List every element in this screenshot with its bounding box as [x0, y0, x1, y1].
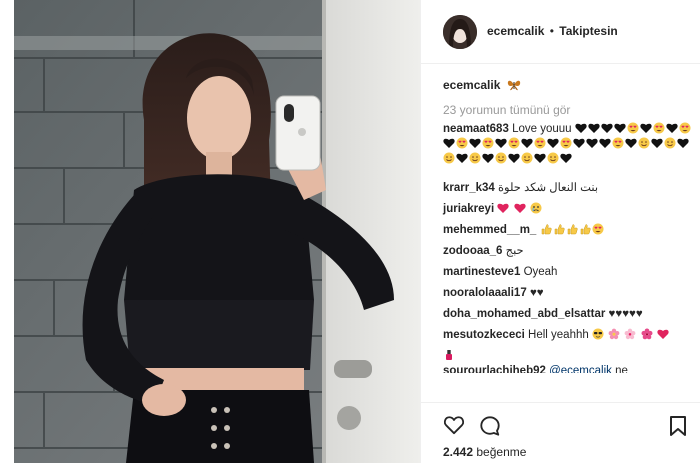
view-all-comments-link[interactable]: 23 yorumun tümünü gör: [443, 103, 570, 117]
butterfly-emoji: [507, 79, 521, 94]
comment-item: neamaat683 Love youuu: [443, 122, 695, 175]
comment-item: mehemmed__m_: [443, 223, 695, 238]
heart-outline-icon[interactable]: [443, 415, 465, 440]
comment-username[interactable]: mehemmed__m_: [443, 224, 536, 236]
cherry-blossom-emoji: [624, 328, 640, 341]
comment-item: nooralolaaali17 ♥♥: [443, 286, 695, 301]
mirror-selfie-image: [14, 0, 420, 463]
comment-text: ♥♥♥♥♥: [608, 308, 643, 320]
comment-mention[interactable]: @ecemcalik: [549, 365, 612, 373]
comment-username[interactable]: krarr_k34: [443, 182, 495, 194]
comment-username[interactable]: doha_mohamed_abd_elsattar: [443, 308, 605, 320]
comments-list: neamaat683 Love youuu krarr_k34 بنت النع…: [443, 122, 695, 379]
comment-item: zodooaa_6 حبج: [443, 244, 695, 259]
comment-username[interactable]: zodooaa_6: [443, 245, 502, 257]
avatar[interactable]: [443, 15, 477, 49]
header-username-line: ecemcalik • Takiptesin: [487, 24, 618, 38]
likes-count[interactable]: 2.442 beğenme: [443, 445, 526, 459]
post-photo[interactable]: [14, 0, 420, 463]
comment-item: mesutozkececi Hell yeahhh: [443, 328, 695, 343]
avatar-image: [443, 15, 477, 49]
comment-text: ♥♥: [529, 287, 544, 299]
comment-item: martinesteve1 Oyeah: [443, 265, 695, 280]
red-heart-emoji: [497, 203, 513, 215]
post-sidebar: ecemcalik • Takiptesin ecemcalik 23 yoru…: [420, 0, 700, 464]
comment-text: حبج: [505, 245, 524, 257]
sunglasses-emoji: [592, 328, 608, 341]
comment-item: sourourlachiheb92 @ecemcalik ne: [443, 349, 695, 373]
header-username[interactable]: ecemcalik: [487, 24, 544, 38]
comment-text: Love youuu: [512, 123, 572, 135]
bookmark-icon[interactable]: [669, 415, 687, 442]
hibiscus-emoji: [641, 328, 657, 341]
caption-username[interactable]: ecemcalik: [443, 78, 500, 92]
comment-item: krarr_k34 بنت النعال شكد حلوة: [443, 181, 695, 196]
comment-bubble-icon[interactable]: [479, 415, 501, 442]
comment-username[interactable]: juriakreyi: [443, 203, 494, 215]
heart-emoji: [657, 329, 670, 341]
comment-text: Hell yeahhh: [528, 329, 589, 341]
comment-item: juriakreyi: [443, 202, 695, 217]
comment-username[interactable]: martinesteve1: [443, 266, 520, 278]
nail-polish-emoji: [443, 349, 456, 364]
comment-username[interactable]: nooralolaaali17: [443, 287, 527, 299]
crying-face-emoji: [530, 202, 543, 215]
likes-label: beğenme: [476, 445, 527, 459]
instagram-post-frame: ecemcalik • Takiptesin ecemcalik 23 yoru…: [0, 0, 700, 464]
comment-text: Oyeah: [523, 266, 558, 278]
thumbs-up-emoji-sequence: [540, 223, 605, 236]
comment-text: بنت النعال شكد حلوة: [498, 182, 599, 194]
blossom-emoji: [608, 328, 624, 341]
likes-number: 2.442: [443, 445, 474, 459]
post-caption: ecemcalik: [443, 78, 521, 94]
comment-username[interactable]: mesutozkececi: [443, 329, 525, 341]
red-heart-emoji: [513, 203, 530, 215]
comment-item: doha_mohamed_abd_elsattar ♥♥♥♥♥: [443, 307, 695, 322]
post-header: ecemcalik • Takiptesin: [421, 0, 700, 64]
comment-text: ne: [615, 365, 628, 373]
post-actions-bar: 2.442 beğenme: [421, 402, 700, 464]
comment-username[interactable]: neamaat683: [443, 123, 509, 135]
header-separator: •: [549, 24, 554, 38]
comment-username[interactable]: sourourlachiheb92: [443, 365, 546, 373]
follow-status[interactable]: Takiptesin: [559, 24, 617, 38]
